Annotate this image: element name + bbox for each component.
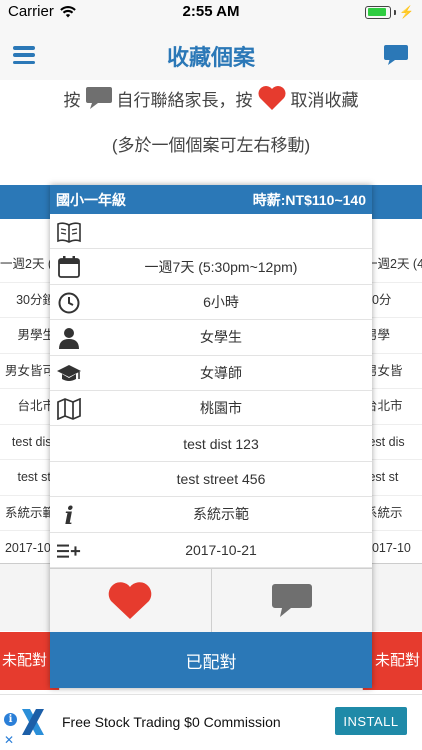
hint-press: 按	[63, 90, 81, 110]
battery-icon	[365, 5, 392, 19]
ad-banner[interactable]: i Free Stock Trading $0 Commission INSTA…	[0, 694, 422, 750]
date-value: 2017-10-21	[185, 541, 257, 558]
nav-bar: 收藏個案	[0, 24, 422, 80]
chat-button[interactable]	[383, 43, 409, 67]
ad-text[interactable]: Free Stock Trading $0 Commission	[62, 714, 281, 730]
person-icon	[57, 326, 81, 350]
screen: Carrier 2:55 AM ⚡ 收藏個案 按 自行聯絡家長，按 取消收藏 (…	[0, 0, 422, 750]
clock-icon	[57, 291, 81, 315]
list-add-icon	[57, 539, 81, 563]
case-actions	[50, 568, 372, 632]
tutor-row: 女導師	[50, 356, 372, 391]
instruction-line: 按 自行聯絡家長，按 取消收藏	[0, 85, 422, 111]
date-row: 2017-10-21	[50, 533, 372, 568]
ad-install-button[interactable]: INSTALL	[335, 707, 407, 735]
matched-button[interactable]: 已配對	[50, 632, 372, 688]
ad-info-icon[interactable]: i	[4, 713, 17, 726]
info-icon: i	[64, 500, 74, 530]
swipe-hint: (多於一個個案可左右移動)	[111, 136, 311, 155]
subject-row	[50, 214, 372, 250]
district-value: test dist 123	[183, 435, 259, 452]
page-title: 收藏個案	[166, 45, 255, 70]
unfavorite-button[interactable]	[50, 569, 211, 632]
battery-tip	[394, 9, 397, 15]
district-row: test dist 123	[50, 426, 372, 462]
student-value: 女學生	[200, 329, 242, 346]
duration-value: 6小時	[203, 293, 239, 310]
street-value: test street 456	[176, 470, 266, 487]
note-row: i 系統示範	[50, 497, 372, 533]
map-icon	[57, 397, 81, 421]
case-card-header: 國小一年級 時薪:NT$110~140	[50, 185, 372, 214]
city-value: 桃園市	[200, 400, 242, 417]
graduation-cap-icon	[57, 362, 81, 386]
street-row: test street 456	[50, 462, 372, 498]
pay-label: 時薪:NT$110~140	[252, 191, 366, 208]
schedule-value: 一週7天 (5:30pm~12pm)	[144, 258, 298, 275]
schedule-row: 一週7天 (5:30pm~12pm)	[50, 249, 372, 285]
ad-logo-icon	[22, 709, 44, 735]
hint-cancel: 取消收藏	[290, 90, 359, 110]
chat-icon	[85, 87, 112, 109]
heart-icon	[108, 581, 152, 619]
student-row: 女學生	[50, 320, 372, 356]
duration-row: 6小時	[50, 285, 372, 321]
charging-icon: ⚡	[399, 5, 414, 19]
heart-icon	[258, 86, 285, 110]
ad-close-icon[interactable]: ✕	[4, 733, 14, 747]
note-value: 系統示範	[193, 506, 249, 523]
hint-contact: 自行聯絡家長，按	[116, 90, 253, 110]
chat-icon	[271, 583, 312, 617]
status-bar: Carrier 2:55 AM ⚡	[0, 0, 422, 24]
status-time: 2:55 AM	[182, 3, 240, 20]
tutor-value: 女導師	[200, 364, 242, 381]
grade-label: 國小一年級	[56, 191, 126, 208]
battery-fill	[367, 8, 387, 16]
contact-parent-button[interactable]	[210, 569, 373, 632]
case-card: 國小一年級 時薪:NT$110~140 一週7天 (5:30pm~12pm) 6…	[50, 185, 372, 688]
city-row: 桃園市	[50, 391, 372, 427]
book-icon	[57, 220, 81, 244]
calendar-icon	[57, 255, 81, 279]
status-right: ⚡	[365, 5, 414, 19]
